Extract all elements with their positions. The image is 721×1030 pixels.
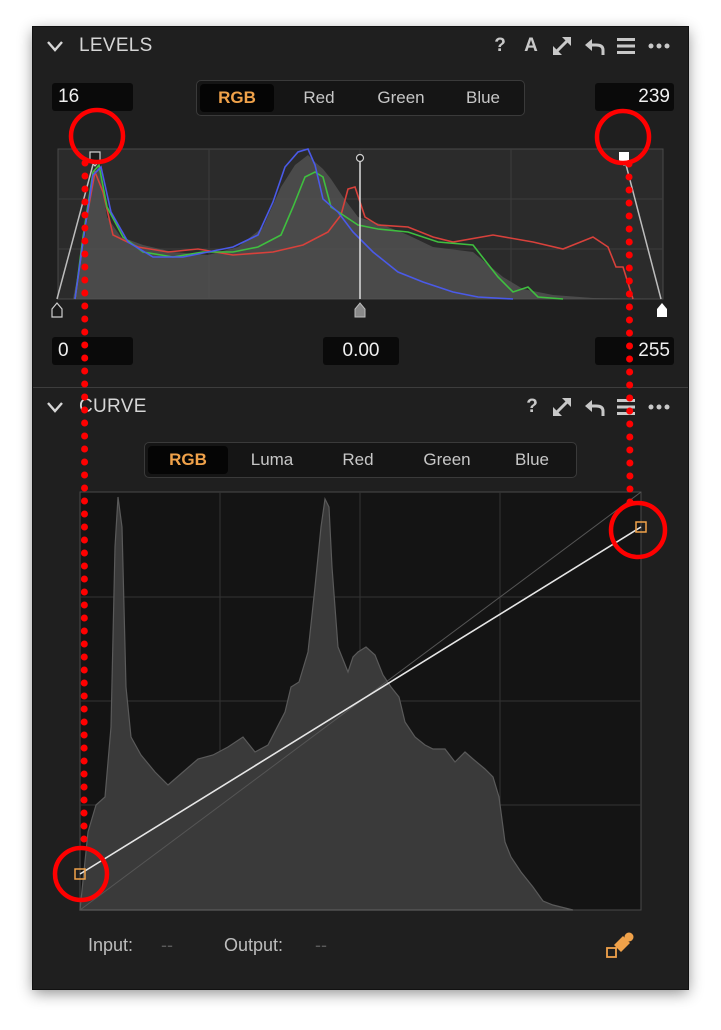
annotation-circle — [68, 107, 126, 165]
annotation-circle — [594, 108, 652, 166]
annotation-dotted-line — [80, 159, 89, 850]
annotation-circle — [608, 500, 668, 560]
annotation-circle — [52, 845, 110, 903]
annotation-overlay — [52, 107, 668, 903]
annotation-dotted-line — [625, 160, 634, 507]
